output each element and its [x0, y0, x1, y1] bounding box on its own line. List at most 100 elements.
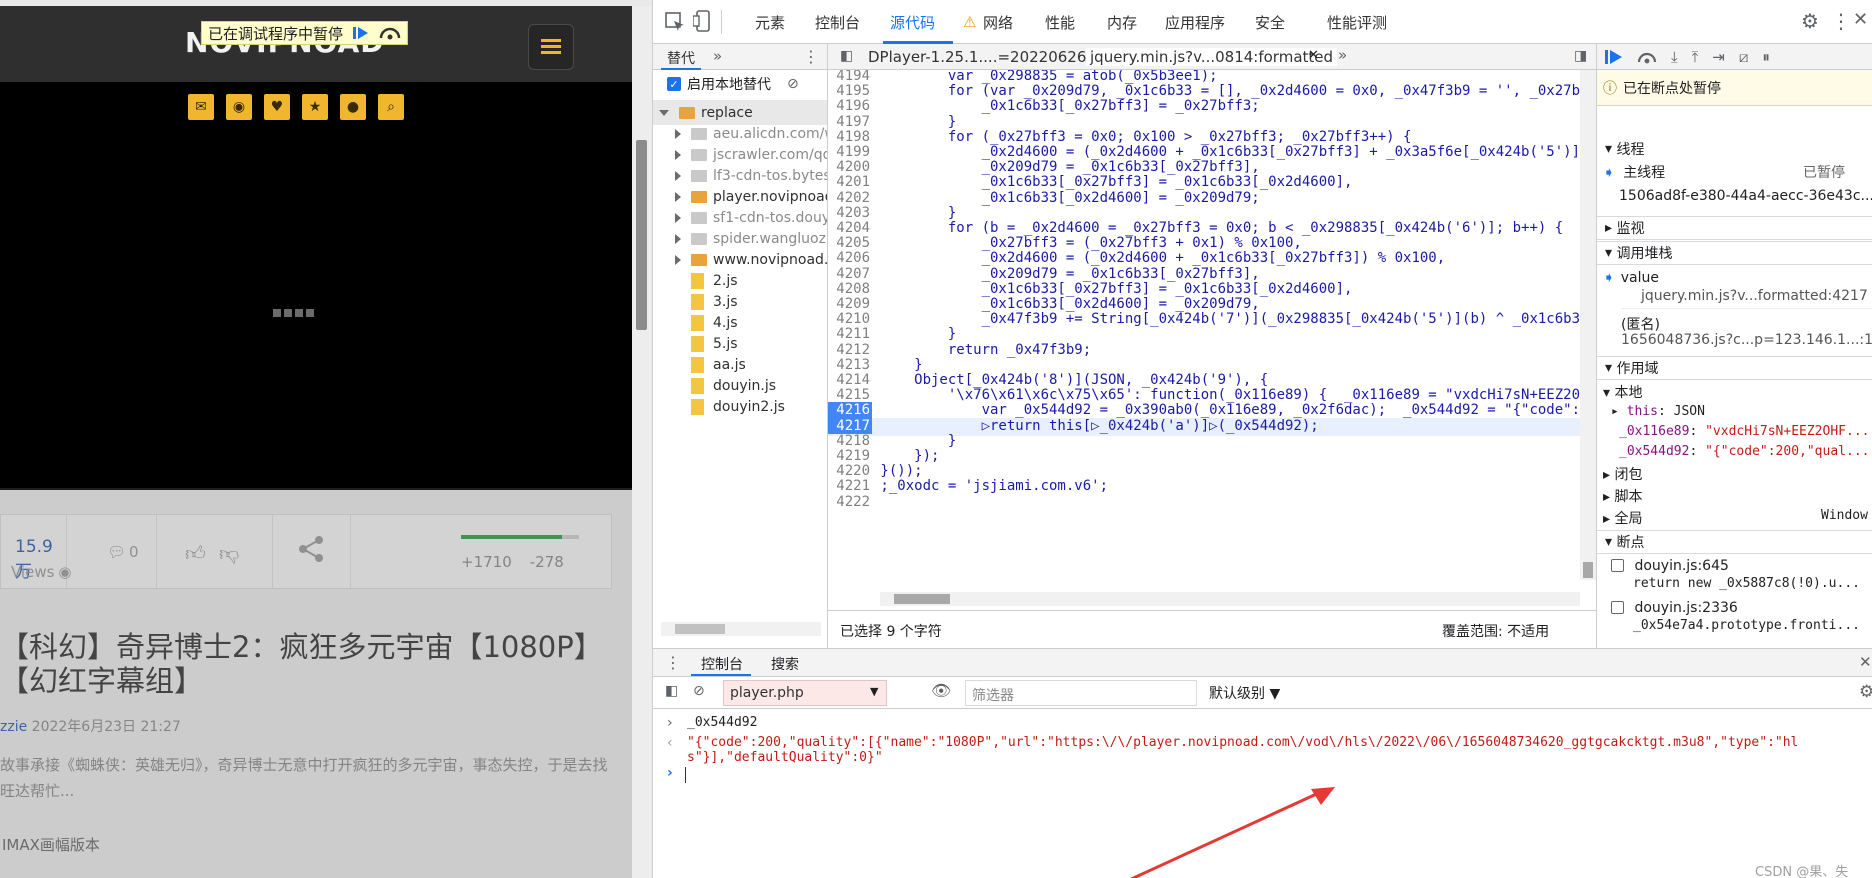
thread-id[interactable]: 1506ad8f-e380-44a4-aecc-36e43c...	[1619, 188, 1872, 204]
tab-memory[interactable]: 内存	[1107, 12, 1137, 33]
weibo-icon[interactable]: ◉	[226, 94, 252, 120]
expand-arrow-icon[interactable]	[659, 109, 669, 116]
breakpoint-marker[interactable]: 4217	[828, 417, 872, 434]
callstack-frame-anonymous[interactable]: (匿名)	[1621, 314, 1660, 334]
line-number[interactable]: 4195	[828, 83, 872, 99]
scope-global[interactable]: ▸ 全局 Window	[1603, 508, 1872, 528]
menu-button[interactable]	[528, 24, 574, 70]
enable-overrides-checkbox[interactable]: ✓	[667, 77, 681, 91]
line-number[interactable]: 4196	[828, 98, 872, 114]
star-icon[interactable]: ★	[302, 94, 328, 120]
drawer-tab-search[interactable]: 搜索	[771, 654, 799, 674]
toggle-debugger-icon[interactable]: ◨	[1574, 48, 1587, 64]
breakpoints-header[interactable]: ▾ 断点	[1597, 530, 1872, 554]
drawer-menu-icon[interactable]: ⋮	[665, 653, 681, 672]
drawer-tab-console[interactable]: 控制台	[701, 654, 743, 674]
collapse-arrow-icon[interactable]	[675, 212, 681, 223]
mail-icon[interactable]: ✉	[188, 94, 214, 120]
line-number[interactable]: 4207	[828, 266, 872, 282]
console-filter[interactable]: 筛选器	[965, 680, 1197, 706]
callstack-frame-current[interactable]: ➧ value	[1603, 270, 1659, 286]
threads-header[interactable]: ▾ 线程	[1597, 136, 1872, 161]
scope-var2[interactable]: _0x544d92: "{"code":200,"qual...	[1619, 444, 1872, 459]
navigator-menu-icon[interactable]: ⋮	[803, 47, 819, 66]
user-icon[interactable]: ●	[340, 94, 366, 120]
breakpoint-1[interactable]: douyin.js:645	[1611, 558, 1729, 574]
line-number[interactable]: 4221	[828, 478, 872, 494]
navigator-hscroll[interactable]	[661, 622, 821, 636]
line-number[interactable]: 4200	[828, 159, 872, 175]
settings-icon[interactable]: ⚙	[1801, 9, 1819, 33]
line-number[interactable]: 4198	[828, 129, 872, 145]
collapse-arrow-icon[interactable]	[675, 170, 681, 181]
line-number[interactable]: 4206	[828, 250, 872, 266]
pause-on-exceptions-icon[interactable]: ⏸	[1762, 48, 1770, 66]
tab-elements[interactable]: 元素	[755, 12, 785, 33]
device-toggle-icon[interactable]	[693, 10, 713, 32]
line-number[interactable]: 4218	[828, 433, 872, 449]
collapse-arrow-icon[interactable]	[675, 254, 681, 265]
step-out-icon[interactable]: ⤒	[1692, 48, 1699, 66]
tree-item[interactable]: douyin2.js	[653, 394, 785, 419]
frame2-location[interactable]: 1656048736.js?c...p=123.146.1...:1	[1621, 332, 1872, 348]
log-level-select[interactable]: 默认级别 ▼	[1209, 683, 1280, 703]
main-thread-row[interactable]: ➧ 主线程 已暂停	[1603, 162, 1872, 182]
heart-icon[interactable]: ♥	[264, 94, 290, 120]
line-number[interactable]: 4219	[828, 448, 872, 464]
line-number[interactable]: 4222	[828, 494, 872, 510]
breakpoint-1-checkbox[interactable]	[1611, 559, 1624, 572]
line-number[interactable]: 4204	[828, 220, 872, 236]
line-number[interactable]: 4199	[828, 144, 872, 160]
collapse-arrow-icon[interactable]	[675, 233, 681, 244]
site-scrollbar[interactable]	[632, 6, 652, 878]
scope-this[interactable]: ▸ this: JSON	[1611, 404, 1705, 419]
console-caret[interactable]	[685, 767, 686, 783]
line-number[interactable]: 4202	[828, 190, 872, 206]
line-number[interactable]: 4197	[828, 114, 872, 130]
line-number[interactable]: 4211	[828, 326, 872, 342]
close-tab-icon[interactable]: ✕	[1308, 48, 1319, 63]
deactivate-breakpoints-icon[interactable]: ⧄	[1739, 48, 1749, 66]
step-icon[interactable]: ⇥	[1712, 48, 1725, 66]
console-settings-icon[interactable]: ⚙	[1859, 682, 1872, 702]
code-vscroll[interactable]	[1580, 70, 1596, 580]
video-player[interactable]	[0, 82, 632, 490]
close-devtools-icon[interactable]: ✕	[1853, 9, 1868, 30]
collapse-arrow-icon[interactable]	[675, 191, 681, 202]
collapse-arrow-icon[interactable]	[675, 149, 681, 160]
line-number[interactable]: 4208	[828, 281, 872, 297]
tab-performance[interactable]: 性能	[1045, 12, 1075, 33]
line-number[interactable]: 4215	[828, 387, 872, 403]
line-number[interactable]: 4209	[828, 296, 872, 312]
code-lines[interactable]: 4194 var _0x298835 = atob(_0x5b3ee1); 419…	[828, 70, 1596, 580]
more-tabs-icon[interactable]: »	[713, 47, 722, 65]
watch-header[interactable]: ▸ 监视	[1597, 216, 1872, 240]
clear-overrides-icon[interactable]: ⊘	[787, 76, 799, 92]
line-number[interactable]: 4214	[828, 372, 872, 388]
editor-tab-jquery[interactable]: jquery.min.js?v...0814:formatted	[1086, 48, 1338, 66]
step-over-icon[interactable]	[1637, 49, 1657, 65]
line-number[interactable]: 4210	[828, 311, 872, 327]
inspect-icon[interactable]	[665, 12, 685, 32]
breakpoint-2[interactable]: douyin.js:2336	[1611, 600, 1738, 616]
breakpoint-2-checkbox[interactable]	[1611, 601, 1624, 614]
resume-icon[interactable]	[1605, 49, 1623, 65]
code-line[interactable]: 4222	[828, 494, 1580, 512]
tab-lighthouse[interactable]: 性能评测	[1327, 12, 1387, 33]
site-scrollbar-thumb[interactable]	[636, 140, 647, 330]
context-selector[interactable]: player.php ▼	[723, 680, 887, 706]
line-number[interactable]: 4212	[828, 342, 872, 358]
resume-icon[interactable]	[353, 26, 369, 40]
tab-overrides[interactable]: 替代	[667, 48, 695, 68]
close-drawer-icon[interactable]: ✕	[1859, 653, 1872, 671]
more-vert-icon[interactable]: ⋮	[1831, 9, 1851, 33]
tab-application[interactable]: 应用程序	[1165, 12, 1225, 33]
collapse-arrow-icon[interactable]	[675, 128, 681, 139]
breakpoint-marker[interactable]: 4216	[828, 402, 872, 419]
line-number[interactable]: 4205	[828, 235, 872, 251]
step-into-icon[interactable]: ⤓	[1671, 48, 1678, 66]
tab-security[interactable]: 安全	[1255, 12, 1285, 33]
line-number[interactable]: 4201	[828, 174, 872, 190]
live-expression-icon[interactable]: 👁︎	[931, 681, 951, 700]
line-number[interactable]: 4203	[828, 205, 872, 221]
